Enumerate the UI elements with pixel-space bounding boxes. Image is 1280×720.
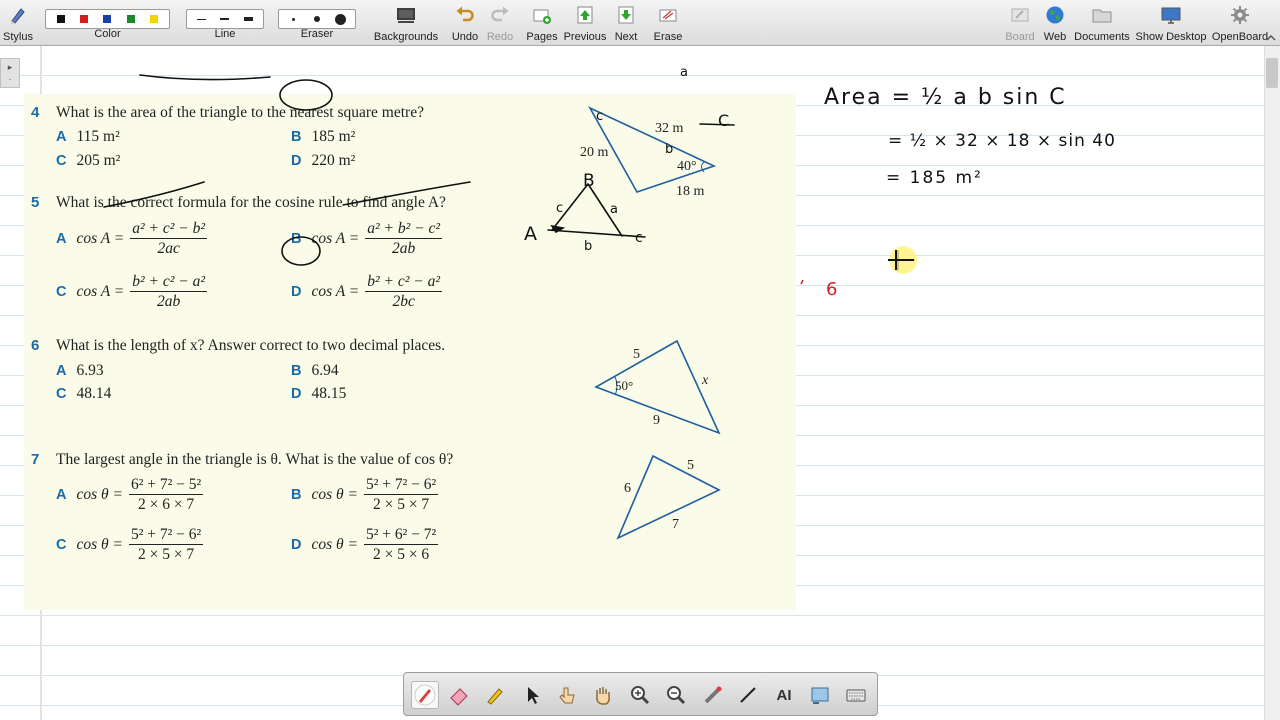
documents-button[interactable]: Documents [1074, 0, 1130, 46]
show-desktop-button[interactable]: Show Desktop [1136, 0, 1206, 46]
ink-circle-answer-b [279, 79, 333, 111]
color-picker [45, 9, 170, 29]
line-medium-option[interactable] [217, 12, 233, 26]
zoom-in-icon [631, 686, 650, 705]
line-width-picker [186, 9, 264, 29]
color-red-swatch[interactable] [76, 12, 92, 26]
zoom-in-button[interactable] [626, 681, 654, 709]
zoom-out-button[interactable] [662, 681, 690, 709]
gear-icon [1229, 4, 1251, 26]
ink-q4-side-b: b [665, 142, 673, 157]
collapse-toolbar-icon[interactable] [1266, 30, 1276, 41]
eraser-large-option[interactable] [332, 12, 348, 26]
ink-vertex-A: A [524, 223, 537, 245]
board-page[interactable]: ▸ · 4 What is the area of the triangle to… [0, 46, 1280, 720]
line-thin-option[interactable] [194, 12, 210, 26]
line-icon [740, 687, 756, 703]
redo-icon [489, 4, 511, 26]
openboard-menu-button[interactable]: OpenBoard [1210, 0, 1270, 46]
color-label: Color [94, 28, 121, 40]
text-icon: AI [776, 686, 792, 704]
ink-work-line-1: Area = ½ a b sin C [824, 85, 1067, 110]
ink-work-line-3: = 185 m² [886, 168, 983, 188]
stylus-icon [7, 4, 29, 26]
eraser-medium-option[interactable] [309, 12, 325, 26]
ink-q4-side-a: a [680, 65, 688, 80]
color-blue-swatch[interactable] [99, 12, 115, 26]
eraser-icon [450, 688, 468, 706]
color-green-swatch[interactable] [123, 12, 139, 26]
text-tool-button[interactable]: AI [770, 681, 798, 709]
line-thick-option[interactable] [240, 12, 256, 26]
erase-page-icon [657, 4, 679, 26]
capture-tool-button[interactable] [806, 681, 834, 709]
ink-side-a: a [610, 202, 618, 217]
eraser-small-option[interactable] [286, 12, 302, 26]
color-yellow-swatch[interactable] [146, 12, 162, 26]
next-page-button[interactable]: Next [609, 0, 643, 46]
keyboard-icon [846, 689, 866, 702]
globe-icon [1044, 4, 1066, 26]
ink-vertex-B: B [583, 171, 595, 191]
ink-vertex-c: c [635, 230, 643, 246]
highlighter-icon [487, 688, 503, 705]
pages-button[interactable]: Pages [525, 0, 559, 46]
ink-red-tick [800, 279, 804, 285]
ink-work-line-2: = ½ × 32 × 18 × sin 40 [888, 131, 1116, 151]
pen-tool-button[interactable] [411, 681, 439, 709]
folder-icon [1091, 4, 1113, 26]
previous-page-icon [574, 4, 596, 26]
pen-icon [414, 684, 436, 706]
laser-pointer-button[interactable] [699, 681, 727, 709]
ink-layer: a c b C B A c a c b Area = ½ a b sin C =… [103, 65, 1116, 300]
top-toolbar: Stylus Color Line Eraser Backgrounds Und… [0, 0, 1280, 46]
ink-underline-area [139, 74, 271, 81]
capture-icon [811, 687, 829, 704]
ink-side-b: b [584, 239, 592, 254]
backgrounds-button[interactable]: Backgrounds [372, 0, 440, 46]
ink-side-c: c [556, 201, 563, 216]
eraser-tool-button[interactable] [445, 681, 473, 709]
stylus-button[interactable]: Stylus [2, 0, 34, 46]
web-button[interactable]: Web [1040, 0, 1070, 46]
selector-tool-button[interactable] [518, 681, 546, 709]
marker-tool-button[interactable] [481, 681, 509, 709]
ink-circle-answer-d [281, 236, 321, 266]
line-label: Line [214, 28, 236, 40]
next-page-icon [615, 4, 637, 26]
erase-page-button[interactable]: Erase [650, 0, 686, 46]
arrow-pointer-icon [528, 687, 539, 704]
ink-strike-q5-b [342, 181, 471, 206]
line-tool-button[interactable] [734, 681, 762, 709]
keyboard-button[interactable] [842, 681, 870, 709]
ink-strike-q5-a [103, 181, 205, 208]
undo-icon [454, 4, 476, 26]
board-icon [1009, 4, 1031, 26]
color-black-swatch[interactable] [53, 12, 69, 26]
zoom-out-icon [667, 686, 686, 705]
redo-button[interactable]: Redo [484, 0, 516, 46]
eraser-size-picker [278, 9, 356, 29]
hand-tool-button[interactable] [589, 681, 617, 709]
eraser-label: Eraser [300, 28, 334, 40]
interact-tool-button[interactable] [553, 681, 581, 709]
undo-button[interactable]: Undo [447, 0, 483, 46]
grab-hand-icon [596, 687, 610, 705]
backgrounds-icon [395, 4, 417, 26]
drawing-tools-bar: AI [403, 672, 878, 716]
pointing-hand-icon [559, 687, 575, 704]
ink-q4-vertex-C: C [718, 111, 729, 130]
previous-page-button[interactable]: Previous [563, 0, 607, 46]
ink-red-6: 6 [826, 279, 837, 300]
monitor-icon [1160, 4, 1182, 26]
board-button[interactable]: Board [1002, 0, 1038, 46]
laser-pointer-icon [704, 686, 722, 704]
pages-icon [531, 4, 553, 26]
ink-q4-side-c: c [596, 109, 603, 124]
